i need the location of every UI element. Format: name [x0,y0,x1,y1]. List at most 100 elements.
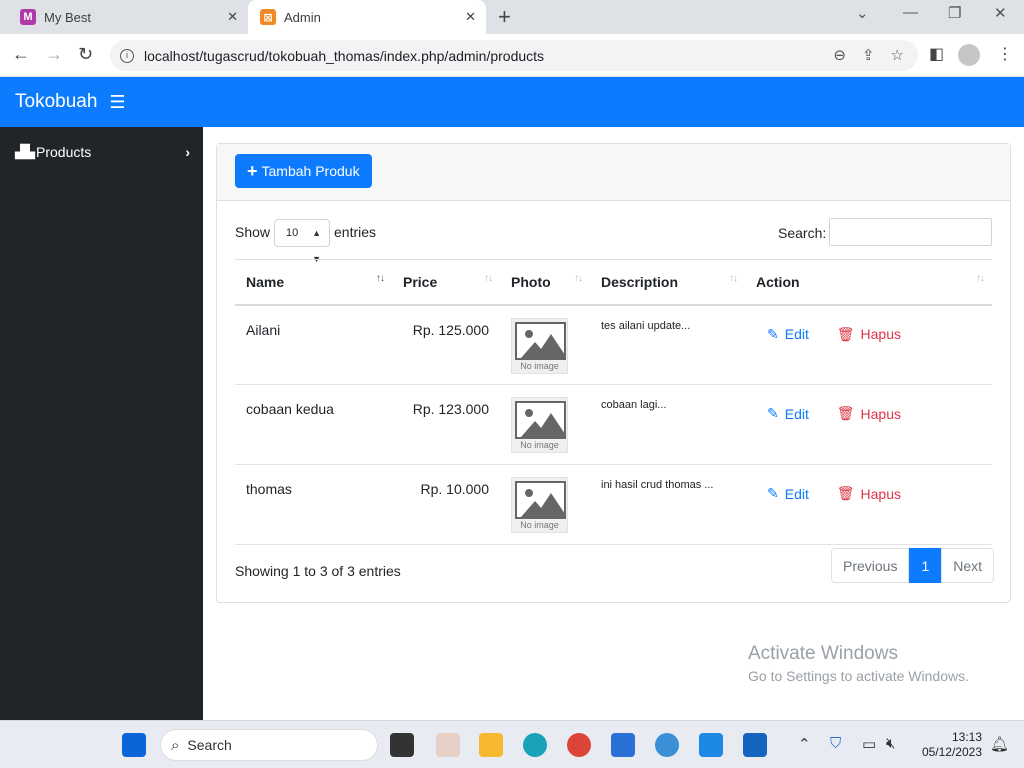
notification-bell-icon[interactable]: 🔔︎ [990,735,1009,753]
sidebar-item-label: Products [36,144,92,160]
page-1-button[interactable]: 1 [909,548,942,583]
bookmark-star-icon[interactable]: ☆ [891,46,904,64]
volume-muted-icon[interactable]: 🔇︎ [886,735,895,752]
column-header-description[interactable]: Description ↑↓ [590,259,745,306]
add-product-label: Tambah Produk [261,163,360,179]
close-tab-icon[interactable]: ✕ [227,9,238,25]
sort-icon: ↑↓ [729,273,738,284]
delete-link[interactable]: 🗑 Hapus [837,405,901,422]
entries-label: entries [334,224,377,240]
tab-search-icon[interactable]: ⌄ [856,4,869,22]
tab-title: Admin [284,9,321,25]
taskbar-search[interactable]: ⌕ Search [160,729,378,761]
card-header: + Tambah Produk [217,144,1010,201]
chrome-icon[interactable] [567,733,591,757]
mysql-dolphin-icon[interactable] [655,733,679,757]
products-table: Name ↑↓ Price ↑↓ Photo ↑↓ Description ↑↓ Act… [235,259,992,545]
url-text[interactable]: localhost/tugascrud/tokobuah_thomas/inde… [144,48,544,64]
edit-link[interactable]: ✎ Edit [767,326,809,343]
column-header-photo[interactable]: Photo ↑↓ [500,259,590,306]
cell-photo: No image [500,384,590,465]
column-header-action[interactable]: Action ↑↓ [745,259,992,306]
start-windows-icon[interactable] [122,733,146,757]
url-bar[interactable]: i localhost/tugascrud/tokobuah_thomas/in… [110,40,918,71]
browser-menu-icon[interactable]: ⋮ [997,44,1013,64]
taskbar-search-placeholder: Search [187,737,232,753]
site-info-icon[interactable]: i [120,48,134,63]
browser-tab-bar: M My Best ✕ ⊠ Admin ✕ + ⌄ — ❐ ✕ [0,0,1024,34]
edit-link[interactable]: ✎ Edit [767,405,809,422]
snipping-tool-icon[interactable] [436,733,460,757]
cell-action: ✎ Edit 🗑 Hapus [745,464,992,545]
cell-description: ini hasil crud thomas ... [590,464,745,545]
column-label: Description [601,273,679,290]
vscode-icon[interactable] [699,733,723,757]
edge-icon[interactable] [523,733,547,757]
column-header-price[interactable]: Price ↑↓ [392,259,500,306]
delete-link[interactable]: 🗑 Hapus [837,326,901,343]
search-label: Search: [778,225,827,241]
entries-select[interactable]: 10 ▲ ▼ [274,219,330,264]
new-tab-icon[interactable]: + [498,4,511,30]
clock-date: 05/12/2023 [921,745,982,759]
security-icon[interactable]: ⛉ [830,735,841,752]
chevron-up-icon[interactable]: ⌃ [798,735,811,753]
no-image-placeholder: No image [511,477,568,533]
no-image-caption: No image [520,360,559,371]
zoom-icon[interactable]: ⊖ [833,46,846,64]
share-icon[interactable]: ⇪ [862,46,875,64]
minimize-icon[interactable]: — [903,4,918,21]
edit-label: Edit [784,485,809,502]
brand-logo[interactable]: Tokobuah [15,91,97,113]
system-clock[interactable]: 13:13 05/12/2023 [918,730,982,760]
tab-title: My Best [44,9,91,25]
tab-favicon-icon: M [20,9,36,25]
table-row: thomas Rp. 10.000 No image ini hasil cru… [235,464,992,545]
close-tab-icon[interactable]: ✕ [465,9,476,25]
profile-avatar[interactable] [958,44,980,66]
taskbar: ⌕ Search ⌃ ⛉ ▭ 🔇︎ 13:13 05/12/2023 🔔︎ [0,720,1024,768]
sidebar-item-products[interactable]: ▟▙ Products › [15,144,190,160]
products-card: + Tambah Produk Show 10 ▲ ▼ entries Searc… [216,143,1011,603]
cell-name: cobaan kedua [235,384,392,465]
back-icon[interactable]: ← [12,44,30,65]
delete-link[interactable]: 🗑 Hapus [837,485,901,502]
reload-icon[interactable]: ↻ [78,44,93,65]
pagination: Previous 1 Next [831,548,995,583]
address-bar: ← → ↻ i localhost/tugascrud/tokobuah_tho… [0,34,1024,77]
next-page-button[interactable]: Next [941,548,995,583]
cell-photo: No image [500,464,590,545]
top-navbar: Tokobuah ☰ [0,77,1024,127]
edit-icon: ✎ [767,485,779,501]
side-panel-icon[interactable]: ◧ [929,44,944,64]
add-product-button[interactable]: + Tambah Produk [235,154,372,188]
column-label: Price [403,273,438,290]
restore-icon[interactable]: ❐ [948,4,961,22]
watermark-title: Activate Windows [748,643,898,664]
notepad-icon[interactable] [743,733,767,757]
photos-icon[interactable] [611,733,635,757]
cell-name: Ailani [235,304,392,385]
cell-name: thomas [235,464,392,545]
column-label: Action [756,273,800,290]
tab-favicon-icon: ⊠ [260,9,276,25]
forward-icon[interactable]: → [45,44,63,65]
cell-price: Rp. 123.000 [392,384,500,465]
search-input[interactable] [829,218,992,246]
task-view-icon[interactable] [390,733,414,757]
file-explorer-icon[interactable] [479,733,503,757]
previous-page-button[interactable]: Previous [831,548,910,583]
cell-action: ✎ Edit 🗑 Hapus [745,384,992,465]
trash-icon: 🗑 [836,325,855,342]
close-window-icon[interactable]: ✕ [994,4,1007,22]
trash-icon: 🗑 [836,485,855,501]
edit-link[interactable]: ✎ Edit [767,485,809,502]
edit-label: Edit [784,326,809,342]
network-icon[interactable]: ▭ [862,735,876,753]
hamburger-menu-icon[interactable]: ☰ [109,92,125,113]
search-icon: ⌕ [171,736,180,754]
no-image-placeholder: No image [511,317,568,374]
column-header-name[interactable]: Name ↑↓ [235,259,392,306]
browser-tab[interactable]: M My Best ✕ [8,0,248,34]
browser-tab-active[interactable]: ⊠ Admin ✕ [248,0,486,34]
